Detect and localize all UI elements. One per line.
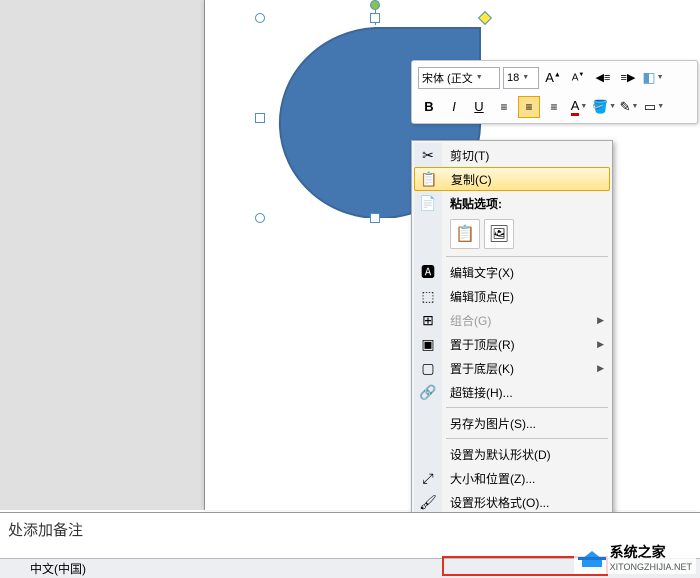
menu-format-shape[interactable]: 🖌 设置形状格式(O)... (414, 490, 610, 514)
resize-handle-bl[interactable] (255, 213, 265, 223)
chevron-down-icon: ▼ (473, 74, 483, 81)
watermark-url: XITONGZHIJIA.NET (610, 562, 692, 572)
align-center-button[interactable]: ≡ (518, 96, 540, 118)
bold-button[interactable]: B (418, 96, 440, 118)
menu-group: ⊞ 组合(G) ▶ (414, 308, 610, 332)
menu-set-default[interactable]: 设置为默认形状(D) (414, 442, 610, 466)
decrease-font-button[interactable]: A▼ (567, 67, 589, 89)
mini-toolbar: 宋体 (正文 ▼ 18 ▼ A▲ A▼ ◀≡ ≡▶ ◧▼ B I U ≡ ≡ ≡… (411, 60, 698, 124)
chevron-down-icon: ▼ (519, 74, 529, 81)
chevron-right-icon: ▶ (597, 339, 610, 350)
shapes-icon: ▭ (644, 99, 656, 115)
font-name-dropdown[interactable]: 宋体 (正文 ▼ (418, 67, 500, 89)
quick-style-button[interactable]: ◧▼ (642, 67, 664, 89)
link-icon: 🔗 (414, 384, 442, 401)
separator (446, 438, 608, 439)
separator (446, 407, 608, 408)
chevron-right-icon: ▶ (597, 315, 610, 326)
menu-cut[interactable]: ✂ 剪切(T) (414, 143, 610, 167)
side-panel (0, 0, 205, 510)
watermark-title: 系统之家 (610, 542, 692, 562)
menu-edit-points[interactable]: ⬚ 编辑顶点(E) (414, 284, 610, 308)
shape-outline-button[interactable]: ✎▼ (618, 96, 640, 118)
chevron-down-icon: ▼ (656, 74, 664, 81)
chevron-down-icon: ▼ (579, 103, 587, 110)
format-icon: 🖌 (414, 494, 442, 511)
shape-insert-button[interactable]: ▭▼ (643, 96, 665, 118)
increase-indent-button[interactable]: ≡▶ (617, 67, 639, 89)
size-icon: ⤢ (414, 470, 442, 487)
menu-size-position[interactable]: ⤢ 大小和位置(Z)... (414, 466, 610, 490)
watermark: 系统之家 XITONGZHIJIA.NET (574, 540, 696, 574)
context-menu: ✂ 剪切(T) 📋 复制(C) 📄 粘贴选项: 📋 🖼 🅰 编辑文字(X) ⬚ … (411, 140, 613, 517)
chevron-down-icon: ▼ (630, 103, 638, 110)
resize-handle-tc[interactable] (370, 13, 380, 23)
paste-option-1[interactable]: 📋 (450, 219, 480, 249)
send-back-icon: ▢ (414, 360, 442, 377)
resize-handle-bc[interactable] (370, 213, 380, 223)
text-edit-icon: 🅰 (414, 262, 442, 282)
edit-points-icon: ⬚ (414, 288, 442, 305)
chevron-down-icon: ▼ (608, 103, 616, 110)
paste-option-2[interactable]: 🖼 (484, 219, 514, 249)
font-size-dropdown[interactable]: 18 ▼ (503, 67, 539, 89)
increase-font-button[interactable]: A▲ (542, 67, 564, 89)
menu-copy[interactable]: 📋 复制(C) (414, 167, 610, 191)
notes-placeholder: 处添加备注 (8, 522, 83, 539)
menu-edit-text[interactable]: 🅰 编辑文字(X) (414, 260, 610, 284)
shape-fill-button[interactable]: 🪣▼ (593, 96, 615, 118)
rotation-handle[interactable] (370, 0, 380, 10)
copy-icon: 📋 (415, 171, 443, 188)
resize-handle-tl[interactable] (255, 13, 265, 23)
font-size-value: 18 (507, 72, 519, 84)
font-name-value: 宋体 (正文 (422, 70, 473, 86)
menu-paste-options: 📄 粘贴选项: (414, 191, 610, 215)
chevron-down-icon: ▼ (656, 103, 664, 110)
resize-handle-ml[interactable] (255, 113, 265, 123)
align-left-button[interactable]: ≡ (493, 96, 515, 118)
pencil-icon: ✎ (620, 99, 631, 115)
decrease-indent-button[interactable]: ◀≡ (592, 67, 614, 89)
clipboard-icon: 📋 (455, 224, 475, 244)
menu-send-back[interactable]: ▢ 置于底层(K) ▶ (414, 356, 610, 380)
scissors-icon: ✂ (414, 147, 442, 164)
language-indicator[interactable]: 中文(中国) (30, 560, 86, 577)
italic-button[interactable]: I (443, 96, 465, 118)
paint-bucket-icon: 🪣 (592, 99, 608, 115)
watermark-logo-icon (578, 545, 606, 569)
chevron-right-icon: ▶ (597, 363, 610, 374)
picture-icon: 🖼 (489, 224, 509, 244)
menu-hyperlink[interactable]: 🔗 超链接(H)... (414, 380, 610, 404)
separator (446, 256, 608, 257)
menu-save-as-picture[interactable]: 另存为图片(S)... (414, 411, 610, 435)
underline-button[interactable]: U (468, 96, 490, 118)
menu-bring-front[interactable]: ▣ 置于顶层(R) ▶ (414, 332, 610, 356)
group-icon: ⊞ (414, 312, 442, 329)
paste-icon: 📄 (414, 195, 442, 212)
font-color-button[interactable]: A▼ (568, 96, 590, 118)
bring-front-icon: ▣ (414, 336, 442, 353)
align-right-button[interactable]: ≡ (543, 96, 565, 118)
